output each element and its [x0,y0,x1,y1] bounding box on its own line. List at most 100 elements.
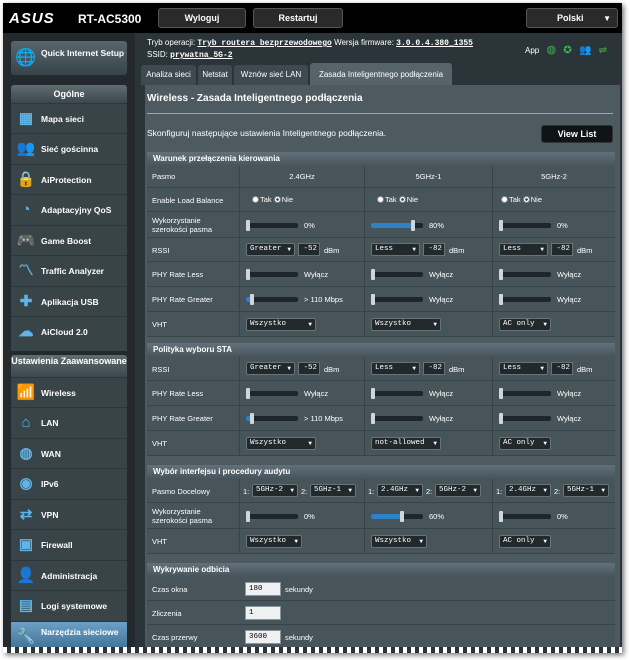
rssi-value-input[interactable]: -82 [551,243,573,256]
slider-handle[interactable] [250,413,254,424]
slider-handle[interactable] [246,220,250,231]
slider-handle[interactable] [246,269,250,280]
load-balance-radio[interactable]: Tak Nie [252,195,293,204]
rssi-condition-select[interactable]: Less ▼ [371,362,420,375]
logout-button[interactable]: Wyloguj [158,8,246,28]
bandwidth-slider[interactable] [246,220,298,231]
vht-select[interactable]: Wszystko ▼ [246,437,316,450]
nav-wan[interactable]: ◍ WAN [11,438,127,468]
nav-guest-network[interactable]: 👥 Sieć gościnna [11,133,127,163]
slider-handle[interactable] [499,413,503,424]
rssi-value-input[interactable]: -82 [423,362,445,375]
slider-handle[interactable] [499,220,503,231]
slider-handle[interactable] [250,294,254,305]
vht-select[interactable]: AC only ▼ [499,318,551,331]
nav-traffic-analyzer[interactable]: 〽 Traffic Analyzer [11,255,127,285]
rssi-condition-select[interactable]: Less ▼ [371,243,420,256]
slider-handle[interactable] [411,220,415,231]
bandwidth-slider[interactable] [499,511,551,522]
slider-handle[interactable] [371,388,375,399]
rssi-value-input[interactable]: -82 [551,362,573,375]
target-band-select[interactable]: 5GHz-2 ▼ [435,484,481,497]
radio-no[interactable] [398,196,406,203]
rssi-condition-select[interactable]: Less ▼ [499,362,548,375]
nav-firewall[interactable]: ▣ Firewall [11,529,127,559]
nav-system-log[interactable]: ▤ Logi systemowe [11,590,127,620]
nav-ipv6[interactable]: ◉ IPv6 [11,468,127,498]
slider-handle[interactable] [371,269,375,280]
phy-greater-slider[interactable] [246,294,298,305]
nav-administration[interactable]: 👤 Administracja [11,560,127,590]
vht-select[interactable]: AC only ▼ [499,535,551,548]
tab-netstat[interactable]: Netstat [198,65,232,85]
slider-handle[interactable] [499,294,503,305]
phy-greater-slider[interactable] [499,413,551,424]
window-time-input[interactable]: 180 [245,582,281,596]
firmware-link[interactable]: 3.0.0.4.380_1355 [396,39,473,48]
quick-internet-setup-button[interactable]: 🌐 Quick Internet Setup [11,41,127,75]
slider-handle[interactable] [499,269,503,280]
nav-lan[interactable]: ⌂ LAN [11,407,127,437]
wireless-status-icon[interactable]: ✪ [563,45,571,56]
phy-greater-slider[interactable] [246,413,298,424]
vht-select[interactable]: Wszystko ▼ [371,318,441,331]
nav-game-boost[interactable]: 🎮 Game Boost [11,225,127,255]
slider-handle[interactable] [400,511,404,522]
mode-link[interactable]: Tryb routera bezprzewodowego [197,39,331,48]
bandwidth-slider[interactable] [371,511,423,522]
radio-no[interactable] [273,196,281,203]
vht-select[interactable]: Wszystko ▼ [246,535,302,548]
rssi-value-input[interactable]: -82 [423,243,445,256]
rssi-condition-select[interactable]: Greater ▼ [246,243,295,256]
nav-adaptive-qos[interactable]: ◔ Adaptacyjny QoS [11,194,127,224]
phy-greater-slider[interactable] [371,413,423,424]
nav-network-map[interactable]: ▦ Mapa sieci [11,103,127,133]
view-list-button[interactable]: View List [541,125,613,143]
slider-handle[interactable] [246,511,250,522]
phy-less-slider[interactable] [246,269,298,280]
nav-wireless[interactable]: 📶 Wireless [11,377,127,407]
slider-handle[interactable] [246,388,250,399]
vht-select[interactable]: Wszystko ▼ [371,535,427,548]
slider-handle[interactable] [371,413,375,424]
load-balance-radio[interactable]: Tak Nie [377,195,418,204]
phy-less-slider[interactable] [371,269,423,280]
bandwidth-slider[interactable] [246,511,298,522]
rssi-condition-select[interactable]: Less ▼ [499,243,548,256]
language-select[interactable]: Polski ▼ [526,8,618,28]
nav-aiprotection[interactable]: 🔒 AiProtection [11,164,127,194]
users-icon[interactable]: 👥 [579,45,591,56]
target-band-select[interactable]: 5GHz-1 ▼ [310,484,356,497]
rssi-value-input[interactable]: -52 [298,243,320,256]
ssid-link[interactable]: prywatna_5G-2 [170,51,232,60]
slider-handle[interactable] [499,388,503,399]
slider-handle[interactable] [371,294,375,305]
load-balance-radio[interactable]: Tak Nie [501,195,542,204]
phy-less-slider[interactable] [499,388,551,399]
internet-globe-icon[interactable]: ◍ [546,43,556,56]
target-band-select[interactable]: 2.4GHz ▼ [505,484,551,497]
target-band-select[interactable]: 2.4GHz ▼ [377,484,423,497]
tab-network-analysis[interactable]: Analiza sieci [141,65,196,85]
dwell-time-input[interactable]: 3600 [245,630,281,644]
tab-smart-connect-rule[interactable]: Zasada Inteligentnego podłączenia [310,63,452,85]
phy-less-slider[interactable] [246,388,298,399]
usb-icon[interactable]: ⇌ [599,45,607,56]
count-input[interactable]: 1 [245,606,281,620]
target-band-select[interactable]: 5GHz-2 ▼ [252,484,298,497]
slider-handle[interactable] [499,511,503,522]
nav-aicloud[interactable]: ☁ AiCloud 2.0 [11,316,127,346]
rssi-condition-select[interactable]: Greater ▼ [246,362,295,375]
phy-less-slider[interactable] [499,269,551,280]
app-label[interactable]: App [525,46,539,55]
vht-select[interactable]: not-allowed ▼ [371,437,441,450]
nav-usb-application[interactable]: ✚ Aplikacja USB [11,286,127,316]
restart-button[interactable]: Restartuj [253,8,343,28]
target-band-select[interactable]: 5GHz-1 ▼ [563,484,609,497]
vht-select[interactable]: Wszystko ▼ [246,318,316,331]
phy-greater-slider[interactable] [499,294,551,305]
nav-vpn[interactable]: ⇄ VPN [11,499,127,529]
tab-wake-on-lan[interactable]: Wznów sieć LAN [234,65,308,85]
radio-yes[interactable] [252,196,259,203]
radio-yes[interactable] [377,196,384,203]
